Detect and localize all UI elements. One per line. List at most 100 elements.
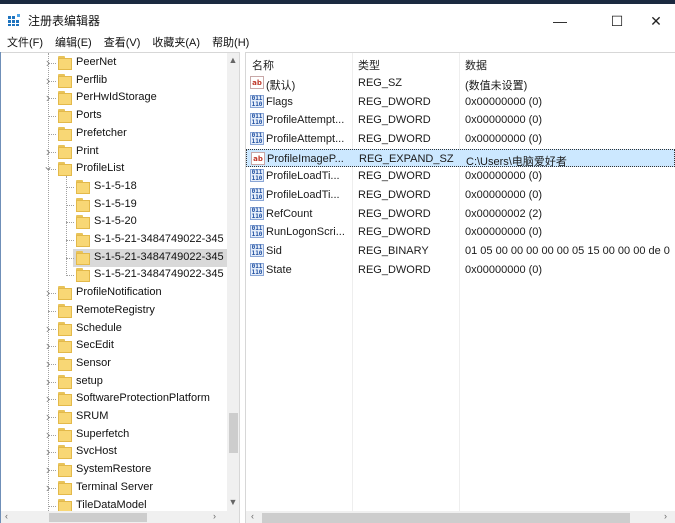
folder-icon bbox=[58, 91, 74, 106]
value-data: C:\Users\电脑爱好者 bbox=[466, 155, 567, 168]
scroll-up-icon[interactable]: ▲ bbox=[227, 55, 239, 67]
chevron-right-icon[interactable]: › bbox=[43, 54, 53, 72]
binary-value-icon: 011 110 bbox=[250, 131, 264, 145]
tree-item[interactable]: RemoteRegistry bbox=[1, 302, 227, 320]
chevron-right-icon[interactable]: › bbox=[43, 479, 53, 497]
scroll-left-icon[interactable]: ‹ bbox=[251, 511, 254, 521]
tree-item-label: RemoteRegistry bbox=[76, 303, 155, 316]
tree-item[interactable]: Prefetcher bbox=[1, 125, 227, 143]
scroll-right-icon[interactable]: › bbox=[664, 511, 667, 521]
values-horizontal-scroll-thumb[interactable] bbox=[262, 513, 630, 523]
tree-item[interactable]: › PerHwIdStorage bbox=[1, 89, 227, 107]
menu-view[interactable]: 查看(V) bbox=[104, 33, 141, 51]
tree-item[interactable]: › setup bbox=[1, 373, 227, 391]
binary-value-icon: 011 110 bbox=[250, 243, 264, 257]
scroll-down-icon[interactable]: ▼ bbox=[227, 497, 239, 509]
scroll-left-icon[interactable]: ‹ bbox=[5, 511, 8, 521]
tree-item[interactable]: › Terminal Server bbox=[1, 479, 227, 497]
menu-bar: 文件(F) 编辑(E) 查看(V) 收藏夹(A) 帮助(H) bbox=[0, 32, 675, 52]
tree-item-label: Ports bbox=[76, 109, 102, 122]
menu-favorites[interactable]: 收藏夹(A) bbox=[152, 33, 200, 51]
value-type: REG_DWORD bbox=[358, 95, 431, 108]
tree-vertical-scroll-thumb[interactable] bbox=[229, 413, 238, 453]
title-bar[interactable]: 注册表编辑器 — ☐ ✕ bbox=[0, 4, 675, 32]
chevron-right-icon[interactable]: › bbox=[43, 443, 53, 461]
value-type: REG_DWORD bbox=[358, 263, 431, 276]
tree-item[interactable]: › SoftwareProtectionPlatform bbox=[1, 390, 227, 408]
value-data: 0x00000002 (2) bbox=[465, 207, 543, 220]
folder-icon bbox=[76, 268, 92, 283]
value-type: REG_DWORD bbox=[358, 207, 431, 220]
chevron-right-icon[interactable]: › bbox=[43, 390, 53, 408]
tree-item[interactable]: ⌄ ProfileList bbox=[1, 157, 227, 178]
folder-icon bbox=[58, 109, 74, 124]
scroll-right-icon[interactable]: › bbox=[213, 511, 216, 521]
tree-item[interactable]: › SRUM bbox=[1, 408, 227, 426]
tree-item[interactable]: S-1-5-21-3484749022-345 bbox=[1, 248, 227, 267]
value-row[interactable]: ab (默认) REG_SZ (数值未设置) bbox=[246, 74, 675, 92]
registry-key-tree[interactable]: › PeerNet › Perflib › PerHwIdStorage Ports Pref… bbox=[1, 52, 240, 523]
tree-item[interactable]: › Schedule bbox=[1, 320, 227, 338]
tree-item[interactable]: › SvcHost bbox=[1, 443, 227, 461]
value-row[interactable]: 011 110 ProfileAttempt... REG_DWORD 0x000000… bbox=[246, 111, 675, 129]
column-header-name[interactable]: 名称 bbox=[252, 57, 274, 73]
chevron-right-icon[interactable]: › bbox=[43, 320, 53, 338]
string-value-icon: ab bbox=[250, 76, 264, 89]
value-row[interactable]: 011 110 ProfileLoadTi... REG_DWORD 0x0000000… bbox=[246, 186, 675, 204]
tree-vertical-scrollbar[interactable]: ▲ ▼ bbox=[227, 53, 239, 511]
value-row[interactable]: 011 110 Flags REG_DWORD 0x00000000 (0) bbox=[246, 93, 675, 111]
tree-item[interactable]: › PeerNet bbox=[1, 54, 227, 72]
tree-item[interactable]: › Perflib bbox=[1, 72, 227, 90]
value-row[interactable]: 011 110 ProfileAttempt... REG_DWORD 0x000000… bbox=[246, 130, 675, 148]
minimize-button[interactable]: — bbox=[537, 8, 583, 34]
chevron-right-icon[interactable]: › bbox=[43, 355, 53, 373]
chevron-right-icon[interactable]: › bbox=[43, 337, 53, 355]
value-row[interactable]: 011 110 ProfileLoadTi... REG_DWORD 0x0000000… bbox=[246, 167, 675, 185]
chevron-right-icon[interactable]: › bbox=[43, 408, 53, 426]
tree-item[interactable]: S-1-5-19 bbox=[1, 196, 227, 214]
minimize-icon: — bbox=[553, 13, 567, 29]
value-row[interactable]: 011 110 State REG_DWORD 0x00000000 (0) bbox=[246, 261, 675, 279]
value-row[interactable]: 011 110 RunLogonScri... REG_DWORD 0x00000000… bbox=[246, 223, 675, 241]
value-name: Sid bbox=[266, 244, 282, 257]
tree-item[interactable]: S-1-5-21-3484749022-345 bbox=[1, 231, 227, 249]
tree-item[interactable]: › SystemRestore bbox=[1, 461, 227, 479]
chevron-right-icon[interactable]: › bbox=[43, 284, 53, 302]
chevron-right-icon[interactable]: › bbox=[43, 89, 53, 107]
value-row[interactable]: 011 110 Sid REG_BINARY 01 05 00 00 00 00 00 … bbox=[246, 242, 675, 260]
tree-item[interactable]: S-1-5-18 bbox=[1, 178, 227, 196]
chevron-right-icon[interactable]: › bbox=[43, 373, 53, 391]
menu-edit[interactable]: 编辑(E) bbox=[55, 33, 92, 51]
binary-value-icon: 011 110 bbox=[250, 225, 264, 239]
chevron-right-icon[interactable]: › bbox=[43, 461, 53, 479]
tree-item[interactable]: › ProfileNotification bbox=[1, 284, 227, 302]
menu-file[interactable]: 文件(F) bbox=[7, 33, 43, 51]
tree-item-label: ProfileNotification bbox=[76, 286, 162, 299]
values-horizontal-scrollbar[interactable]: ‹ › bbox=[246, 511, 675, 523]
value-row[interactable]: ab ProfileImageP... REG_EXPAND_SZ C:\Users\… bbox=[246, 148, 675, 168]
chevron-right-icon[interactable]: › bbox=[43, 72, 53, 90]
column-header-data[interactable]: 数据 bbox=[465, 57, 487, 73]
folder-icon bbox=[58, 73, 74, 88]
folder-icon bbox=[58, 126, 74, 141]
column-header-type[interactable]: 类型 bbox=[358, 57, 380, 73]
close-button[interactable]: ✕ bbox=[633, 8, 675, 34]
menu-help[interactable]: 帮助(H) bbox=[212, 33, 249, 51]
tree-horizontal-scroll-thumb[interactable] bbox=[49, 513, 147, 522]
folder-icon bbox=[58, 410, 74, 424]
folder-icon bbox=[58, 392, 74, 407]
chevron-down-icon[interactable]: ⌄ bbox=[43, 157, 53, 175]
tree-item[interactable]: S-1-5-20 bbox=[1, 213, 227, 231]
tree-item[interactable]: › Sensor bbox=[1, 355, 227, 373]
registry-values-list[interactable]: 名称 类型 数据 ab (默认) REG_SZ (数值未设置) 011 110 Flags R… bbox=[246, 52, 675, 523]
tree-horizontal-scrollbar[interactable]: ‹ › bbox=[1, 511, 239, 523]
binary-value-icon: 011 110 bbox=[250, 169, 264, 183]
tree-item[interactable]: › SecEdit bbox=[1, 337, 227, 355]
tree-item[interactable]: Ports bbox=[1, 107, 227, 125]
regedit-app-icon bbox=[8, 14, 20, 26]
tree-item[interactable]: S-1-5-21-3484749022-345 bbox=[1, 266, 227, 284]
tree-item[interactable]: › Superfetch bbox=[1, 426, 227, 444]
chevron-right-icon[interactable]: › bbox=[43, 426, 53, 444]
tree-item[interactable]: › Print bbox=[1, 143, 227, 161]
value-row[interactable]: 011 110 RefCount REG_DWORD 0x00000002 (2) bbox=[246, 205, 675, 223]
